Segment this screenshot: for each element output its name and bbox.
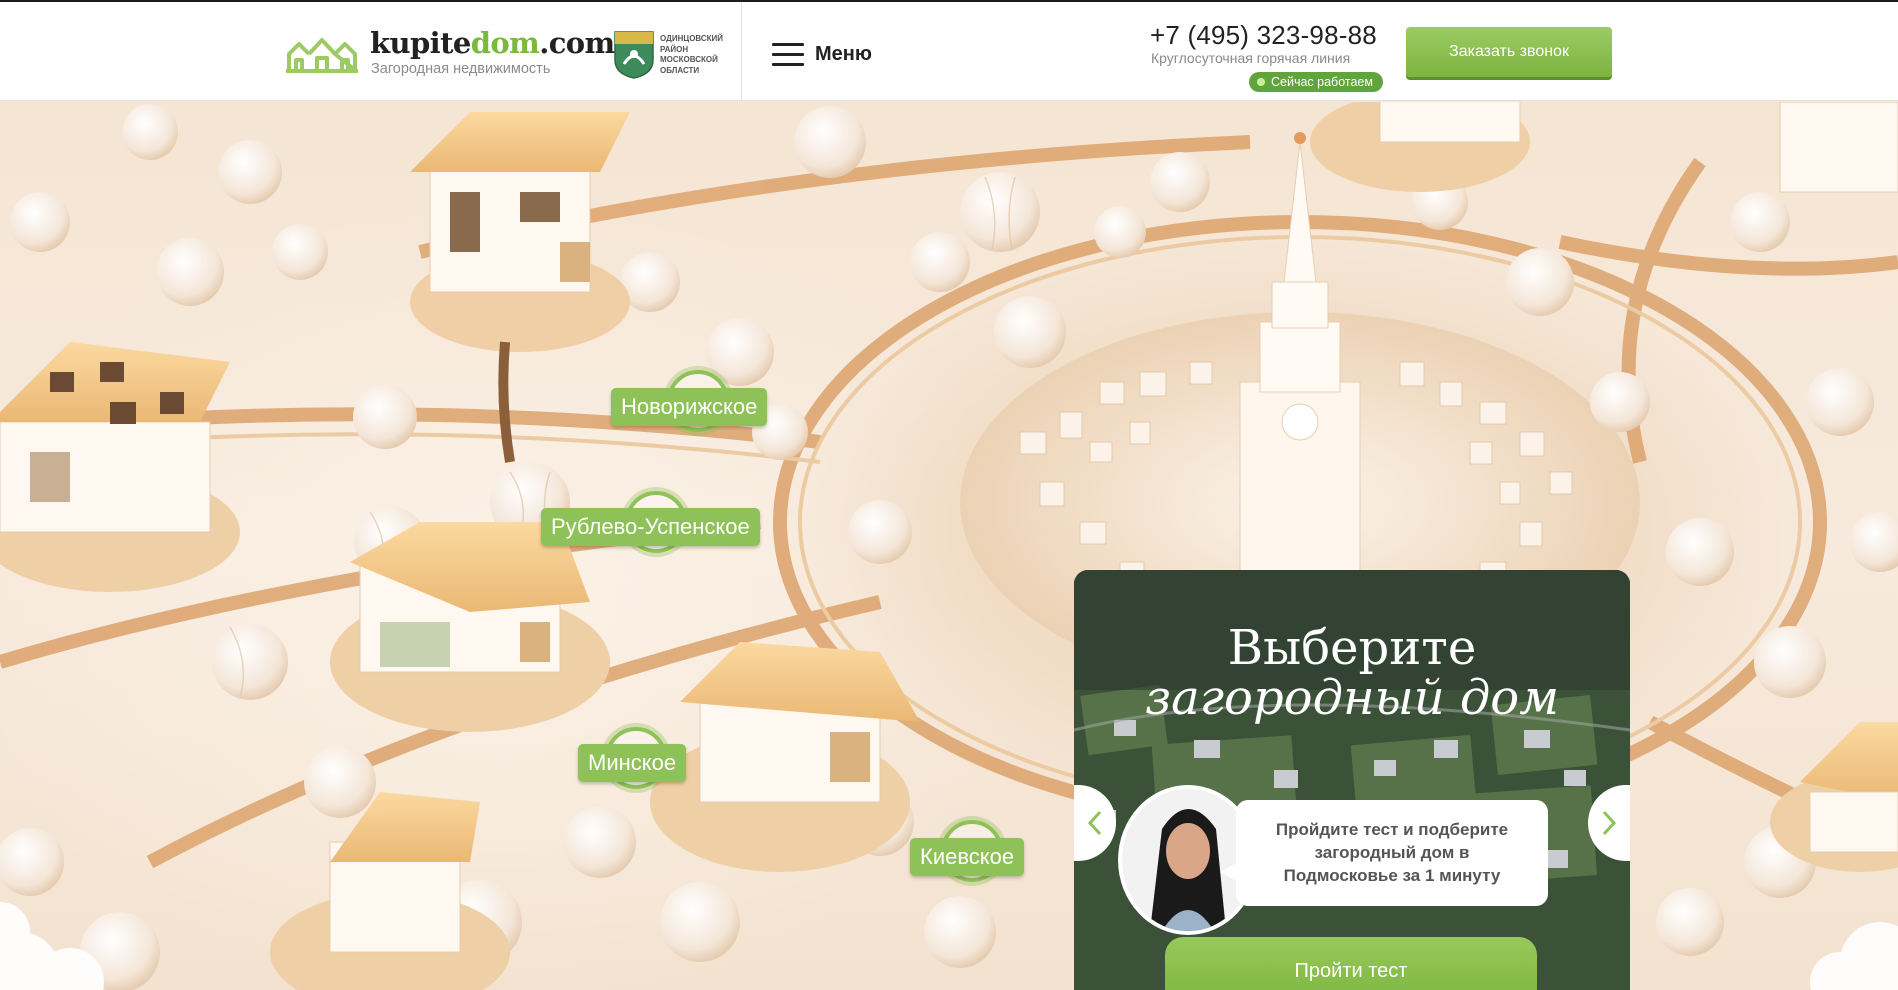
house-right	[1770, 722, 1898, 872]
phone-number[interactable]: +7 (495) 323-98-88	[1150, 20, 1377, 51]
house-top-right	[1310, 102, 1898, 193]
house-lower	[650, 642, 920, 872]
logo-subtitle: Загородная недвижимость	[371, 61, 551, 77]
region-caption: Одинцовский район московской области	[660, 34, 724, 75]
quiz-title-line2: загородный дом	[1145, 670, 1559, 726]
highway-label-kievskoe[interactable]: Киевское	[910, 838, 1025, 876]
highway-label-minskoe[interactable]: Минское	[578, 744, 687, 782]
logo-houses-icon[interactable]	[286, 34, 358, 74]
coat-of-arms-icon	[614, 31, 654, 79]
chevron-left-icon	[1087, 810, 1102, 836]
callback-button[interactable]: Заказать звонок	[1406, 27, 1612, 77]
logo-wordmark[interactable]: kupitedom.com	[370, 26, 615, 60]
quiz-speech-bubble: Пройдите тест и подберите загородный дом…	[1220, 800, 1548, 906]
hotline-caption: Круглосуточная горячая линия	[1151, 50, 1351, 66]
house-mid	[330, 522, 610, 732]
highway-label-rublevo[interactable]: Рублево-Успенское	[541, 508, 760, 546]
site-header: kupitedom.com Загородная недвижимость Од…	[0, 2, 1898, 101]
menu-button[interactable]: Меню	[815, 43, 872, 66]
house-left	[0, 342, 240, 592]
header-divider	[741, 2, 742, 101]
chevron-right-icon	[1602, 810, 1617, 836]
highway-label-novorizhskoe[interactable]: Новорижское	[611, 388, 768, 426]
quiz-card: Выберите загородный дом Пройдите тест и …	[1074, 570, 1630, 990]
status-badge: Сейчас работаем	[1249, 72, 1383, 92]
start-quiz-button[interactable]: Пройти тест	[1165, 937, 1537, 990]
quiz-title-line1: Выберите	[1227, 620, 1477, 676]
hamburger-icon[interactable]	[772, 43, 804, 67]
